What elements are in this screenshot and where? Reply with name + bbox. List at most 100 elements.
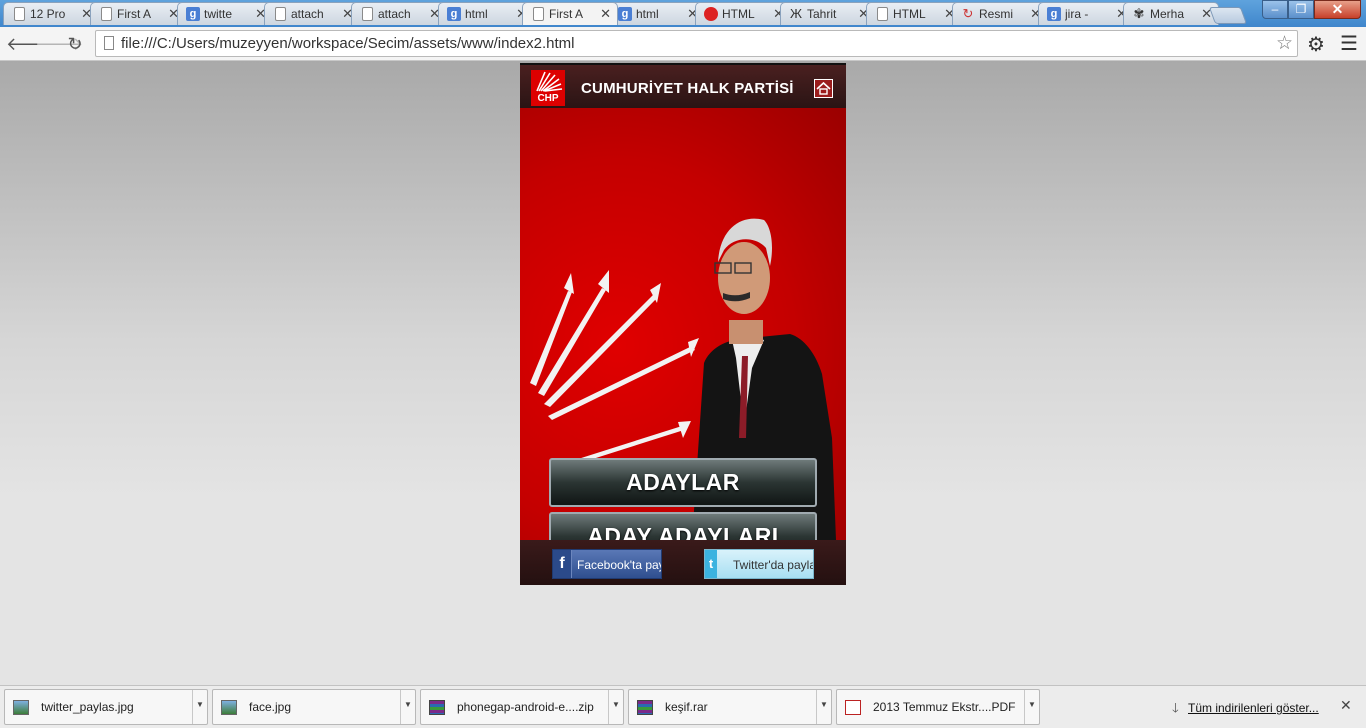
close-icon[interactable]: ✕ bbox=[1340, 697, 1352, 714]
page-icon bbox=[104, 36, 114, 50]
tab-strip: 12 Pro ✕ First A ✕ g twitte ✕ attach ✕ a… bbox=[0, 0, 1366, 27]
image-icon bbox=[221, 700, 237, 715]
archive-icon bbox=[429, 700, 445, 715]
chevron-down-icon[interactable]: ▼ bbox=[1024, 690, 1039, 724]
tab-first-a[interactable]: First A ✕ bbox=[90, 2, 186, 25]
tab-jira[interactable]: g jira - ✕ bbox=[1038, 2, 1134, 25]
tab-label: twitte bbox=[204, 7, 233, 21]
wrench-icon[interactable]: ⚙ bbox=[1307, 32, 1325, 57]
maximize-button[interactable]: ❐ bbox=[1288, 0, 1314, 19]
download-item[interactable]: keşif.rar ▼ bbox=[628, 689, 832, 725]
adaylar-button[interactable]: ADAYLAR bbox=[549, 458, 817, 507]
tab-label: jira - bbox=[1065, 7, 1089, 21]
page-icon bbox=[877, 7, 888, 21]
home-button[interactable] bbox=[814, 79, 833, 98]
logo-text: CHP bbox=[537, 93, 559, 104]
download-shelf: twitter_paylas.jpg ▼ face.jpg ▼ phonegap… bbox=[0, 685, 1366, 728]
twitter-share-label: Twitter'da paylaş bbox=[733, 558, 814, 572]
chevron-down-icon[interactable]: ▼ bbox=[816, 690, 831, 724]
tab-label: Merha bbox=[1150, 7, 1185, 21]
show-all-downloads[interactable]: 🡓 Tüm indirilenleri göster... bbox=[1172, 699, 1319, 721]
tab-label: HTML bbox=[722, 7, 755, 21]
page-icon bbox=[362, 7, 373, 21]
tab-attach[interactable]: attach ✕ bbox=[264, 2, 360, 25]
page-icon bbox=[101, 7, 112, 21]
twitter-share-button[interactable]: t Twitter'da paylaş bbox=[704, 549, 814, 579]
six-arrows-icon bbox=[530, 270, 699, 470]
facebook-share-button[interactable]: f Facebook'ta paylaş bbox=[552, 549, 662, 579]
tower-icon: Ж bbox=[789, 6, 802, 21]
download-item[interactable]: phonegap-android-e....zip ▼ bbox=[420, 689, 624, 725]
tab-merha[interactable]: ✾ Merha ✕ bbox=[1123, 2, 1219, 25]
chevron-down-icon[interactable]: ▼ bbox=[400, 690, 415, 724]
archive-icon bbox=[637, 700, 653, 715]
chevron-down-icon[interactable]: ▼ bbox=[192, 690, 207, 724]
tab-twitter[interactable]: g twitte ✕ bbox=[177, 2, 273, 25]
browser-toolbar: 🡐 🡒 ↻ file:///C:/Users/muzeyyen/workspac… bbox=[0, 27, 1366, 61]
gc-icon: ↻ bbox=[962, 6, 974, 21]
address-bar[interactable]: file:///C:/Users/muzeyyen/workspace/Seci… bbox=[95, 30, 1298, 57]
app-title: CUMHURİYET HALK PARTİSİ bbox=[581, 80, 794, 97]
tab-first-a-active[interactable]: First A ✕ bbox=[522, 2, 618, 25]
page-viewport: CHP CUMHURİYET HALK PARTİSİ ADAYLAR ADAY… bbox=[0, 61, 1366, 685]
chp-app: CHP CUMHURİYET HALK PARTİSİ ADAYLAR ADAY… bbox=[520, 63, 846, 585]
download-item[interactable]: face.jpg ▼ bbox=[212, 689, 416, 725]
download-name: keşif.rar bbox=[665, 700, 708, 714]
download-name: 2013 Temmuz Ekstr....PDF bbox=[873, 700, 1016, 714]
tab-close-icon[interactable]: ✕ bbox=[600, 6, 611, 22]
chevron-down-icon[interactable]: ▼ bbox=[608, 690, 623, 724]
facebook-share-label: Facebook'ta paylaş bbox=[577, 558, 661, 572]
google-icon: g bbox=[618, 7, 632, 21]
tab-label: html bbox=[636, 7, 659, 21]
tab-label: First A bbox=[549, 7, 584, 21]
home-icon bbox=[816, 81, 831, 95]
tab-label: 12 Pro bbox=[30, 7, 66, 21]
pdf-icon bbox=[845, 700, 861, 715]
new-tab-button[interactable] bbox=[1208, 7, 1248, 24]
tab-label: attach bbox=[291, 7, 324, 21]
app-header: CHP CUMHURİYET HALK PARTİSİ bbox=[520, 63, 846, 108]
download-name: twitter_paylas.jpg bbox=[41, 700, 134, 714]
tab-label: First A bbox=[117, 7, 152, 21]
tab-html[interactable]: g html ✕ bbox=[438, 2, 534, 25]
facebook-icon: f bbox=[553, 550, 572, 578]
share-footer: f Facebook'ta paylaş t Twitter'da paylaş bbox=[520, 540, 846, 585]
chp-logo: CHP bbox=[531, 70, 565, 106]
bug-icon: ✾ bbox=[1133, 6, 1145, 21]
page-icon bbox=[533, 7, 544, 21]
image-icon bbox=[13, 700, 29, 715]
tab-label: Resmi bbox=[979, 7, 1014, 21]
back-arrow-icon[interactable]: 🡐 bbox=[6, 33, 54, 55]
tab-resmi[interactable]: ↻ Resmi ✕ bbox=[952, 2, 1048, 25]
forward-arrow-icon[interactable]: 🡒 bbox=[35, 33, 83, 55]
tab-tahrit[interactable]: Ж Tahrit ✕ bbox=[780, 2, 876, 25]
page-icon bbox=[14, 7, 25, 21]
twitter-icon: t bbox=[705, 550, 717, 578]
download-item[interactable]: twitter_paylas.jpg ▼ bbox=[4, 689, 208, 725]
six-arrows-icon bbox=[536, 71, 563, 92]
tab-label: html bbox=[465, 7, 488, 21]
google-icon: g bbox=[1047, 7, 1061, 21]
show-all-downloads-link[interactable]: Tüm indirilenleri göster... bbox=[1188, 701, 1319, 715]
tab-html[interactable]: HTML ✕ bbox=[866, 2, 962, 25]
download-arrow-icon: 🡓 bbox=[1172, 700, 1179, 715]
google-icon: g bbox=[186, 7, 200, 21]
close-window-button[interactable]: ✕ bbox=[1314, 0, 1361, 19]
page-icon bbox=[275, 7, 286, 21]
reload-icon[interactable]: ↻ bbox=[64, 33, 86, 55]
tab-html[interactable]: g html ✕ bbox=[609, 2, 705, 25]
tab-html[interactable]: HTML ✕ bbox=[695, 2, 791, 25]
tab-label: Tahrit bbox=[807, 7, 837, 21]
red-circle-icon bbox=[704, 7, 718, 21]
tab-label: attach bbox=[378, 7, 411, 21]
tab-12-pro[interactable]: 12 Pro ✕ bbox=[3, 2, 99, 25]
bookmark-star-icon[interactable]: ☆ bbox=[1276, 32, 1293, 55]
address-url[interactable]: file:///C:/Users/muzeyyen/workspace/Seci… bbox=[121, 35, 574, 52]
tab-attach[interactable]: attach ✕ bbox=[351, 2, 447, 25]
minimize-button[interactable]: – bbox=[1262, 0, 1288, 19]
google-icon: g bbox=[447, 7, 461, 21]
tab-label: HTML bbox=[893, 7, 926, 21]
menu-icon[interactable]: ☰ bbox=[1340, 31, 1358, 56]
download-name: phonegap-android-e....zip bbox=[457, 700, 594, 714]
download-item[interactable]: 2013 Temmuz Ekstr....PDF ▼ bbox=[836, 689, 1040, 725]
